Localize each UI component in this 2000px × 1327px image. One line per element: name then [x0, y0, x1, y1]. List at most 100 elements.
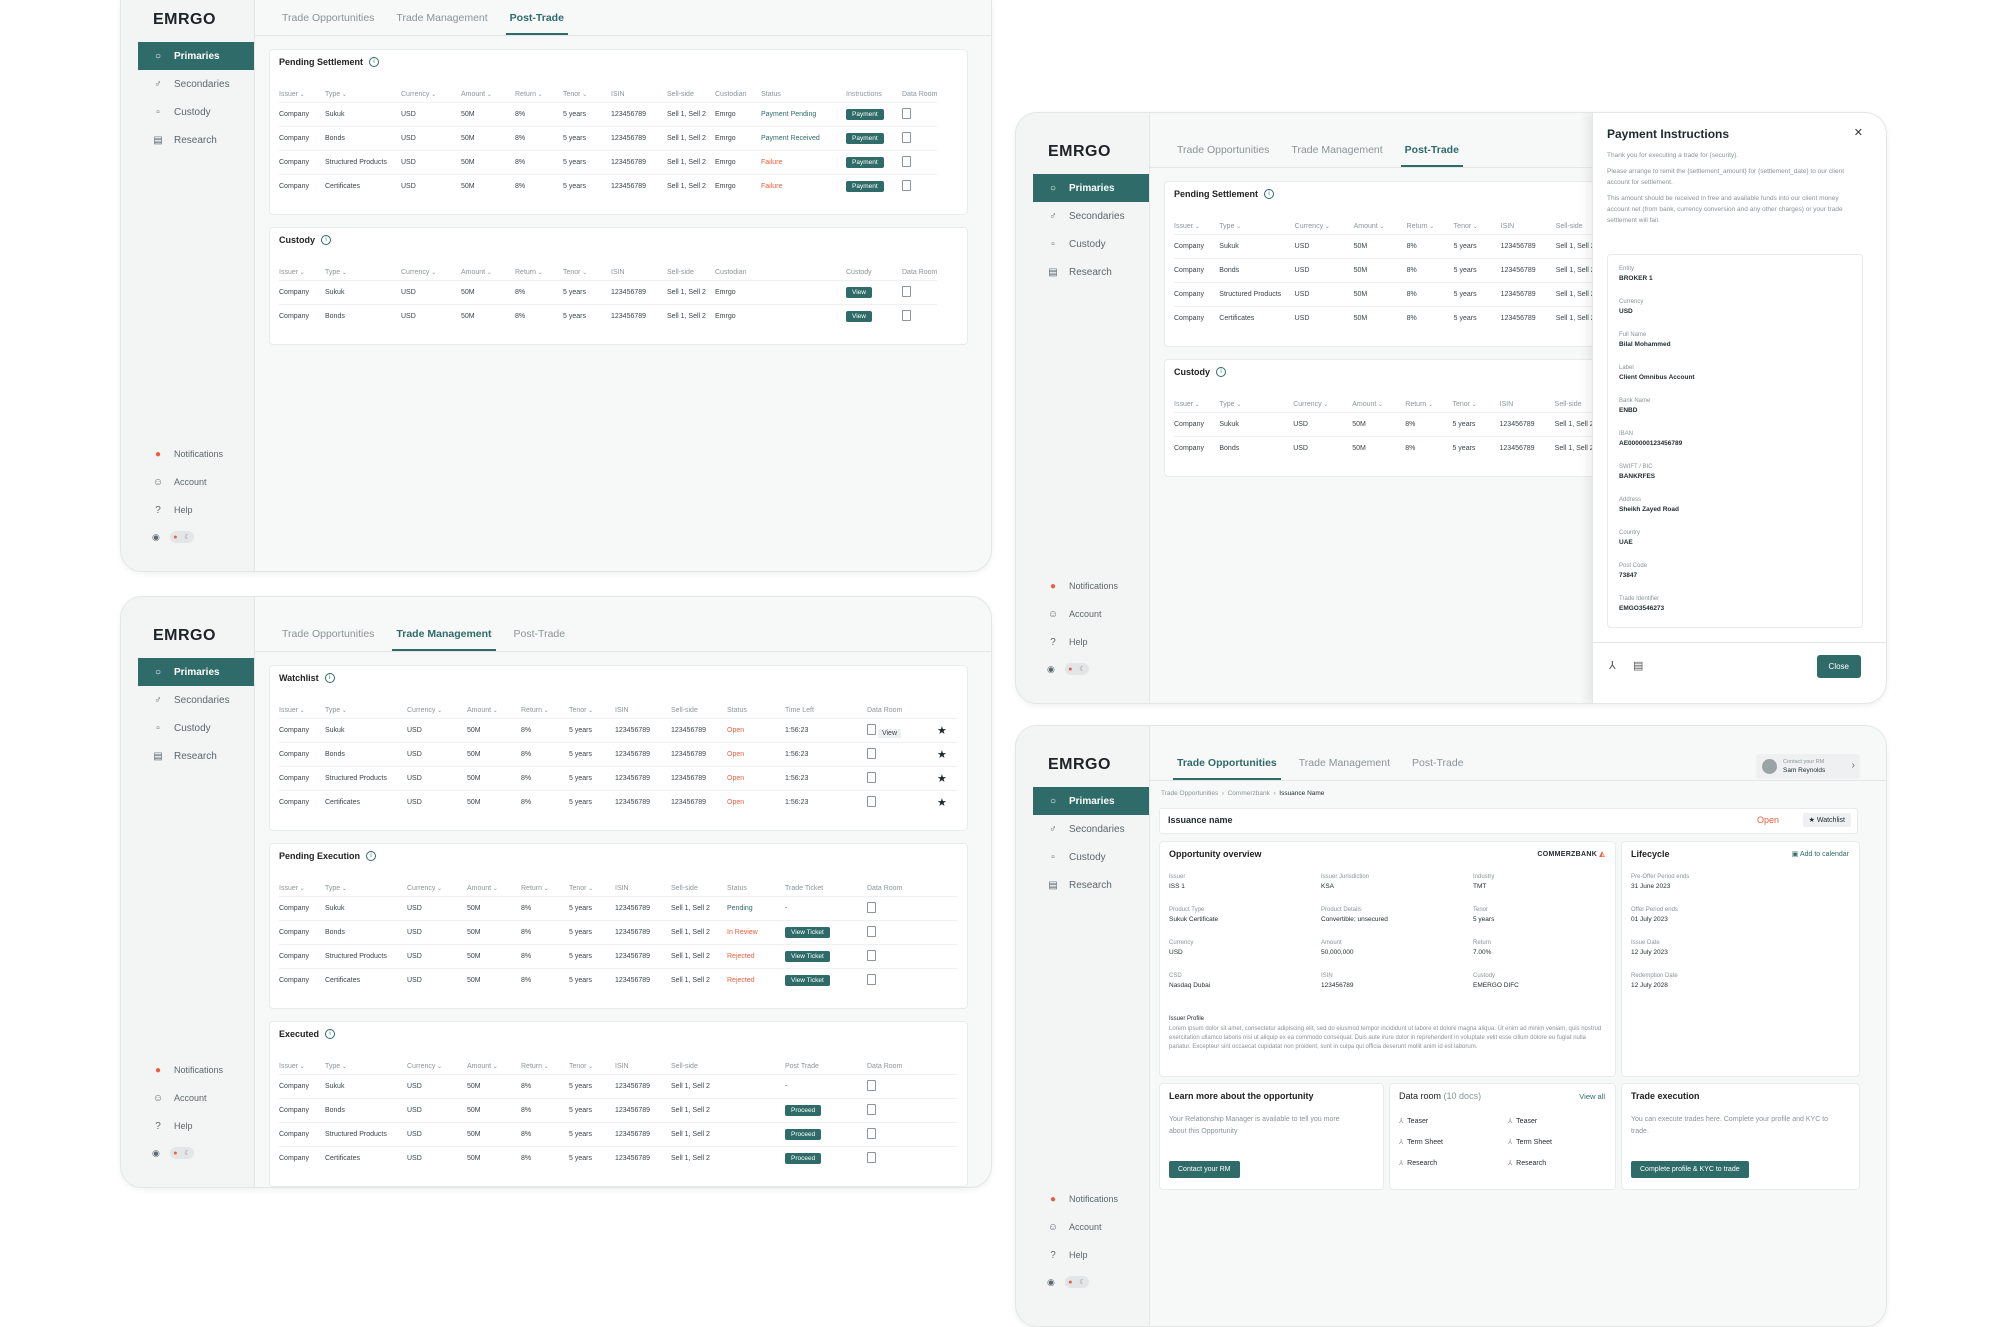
file-icon[interactable]: ▤: [1633, 659, 1643, 672]
nav-notifications[interactable]: ● Notifications: [138, 1056, 254, 1084]
table-row[interactable]: Company Sukuk USD 50M 8% 5 years 123456789 1234…: [279, 718, 957, 743]
table-row[interactable]: Company Sukuk USD 50M 8% 5 years 123456789 Sell…: [279, 896, 957, 921]
tab-trade-management[interactable]: Trade Management: [392, 621, 496, 651]
proceed-button[interactable]: Proceed: [785, 1129, 822, 1140]
complete-kyc-button[interactable]: Complete profile & KYC to trade: [1631, 1161, 1749, 1178]
nav-help[interactable]: ? Help: [138, 1112, 254, 1140]
contact-rm-chip[interactable]: Contact your RM Sam Reynolds ›: [1756, 754, 1860, 779]
document-icon[interactable]: [867, 1152, 876, 1163]
nav-custody[interactable]: ▫ Custody: [138, 714, 254, 742]
theme-toggle[interactable]: ● ☾: [1064, 663, 1089, 675]
tab-trade-opportunities[interactable]: Trade Opportunities: [1173, 750, 1281, 780]
close-icon[interactable]: ✕: [1854, 126, 1863, 139]
payment-button[interactable]: Payment: [846, 133, 884, 144]
tab-trade-management[interactable]: Trade Management: [392, 5, 491, 35]
view-button[interactable]: View: [846, 287, 872, 298]
table-row[interactable]: Company Sukuk USD 50M 8% 5 years 123456789 Sell…: [279, 102, 938, 127]
tab-post-trade[interactable]: Post-Trade: [1408, 750, 1468, 780]
tab-post-trade[interactable]: Post-Trade: [1400, 137, 1463, 167]
document-icon[interactable]: [867, 772, 876, 783]
doc-item[interactable]: ⅄ Term Sheet: [1399, 1138, 1443, 1146]
nav-custody[interactable]: ▫ Custody: [138, 98, 254, 126]
document-icon[interactable]: [867, 796, 876, 807]
doc-item[interactable]: ⅄ Term Sheet: [1508, 1138, 1552, 1146]
nav-account[interactable]: ☺ Account: [1033, 1213, 1149, 1241]
nav-secondaries[interactable]: ♂ Secondaries: [1033, 202, 1149, 230]
proceed-button[interactable]: Proceed: [785, 1153, 822, 1164]
doc-item[interactable]: ⅄ Teaser: [1399, 1117, 1428, 1125]
nav-secondaries[interactable]: ♂ Secondaries: [138, 70, 254, 98]
star-icon[interactable]: ★: [937, 749, 947, 761]
info-icon[interactable]: i: [324, 673, 335, 683]
doc-item[interactable]: ⅄ Research: [1508, 1159, 1546, 1167]
nav-research[interactable]: ▤ Research: [1033, 871, 1149, 899]
table-row[interactable]: Company Structured Products USD 50M 8% 5 year…: [279, 1122, 957, 1147]
payment-button[interactable]: Payment: [846, 109, 884, 120]
table-row[interactable]: Company Bonds USD 50M 8% 5 years 123456789 Sell…: [279, 126, 938, 151]
tab-trade-management[interactable]: Trade Management: [1287, 137, 1386, 167]
tab-trade-opportunities[interactable]: Trade Opportunities: [278, 621, 378, 651]
theme-toggle[interactable]: ● ☾: [1064, 1276, 1089, 1288]
nav-notifications[interactable]: ● Notifications: [138, 440, 254, 468]
doc-item[interactable]: ⅄ Research: [1399, 1159, 1437, 1167]
document-icon[interactable]: [867, 902, 876, 913]
nav-account[interactable]: ☺ Account: [138, 1084, 254, 1112]
nav-secondaries[interactable]: ♂ Secondaries: [138, 686, 254, 714]
nav-research[interactable]: ▤ Research: [138, 742, 254, 770]
table-row[interactable]: Company Bonds USD 50M 8% 5 years 123456789 1234…: [279, 742, 957, 767]
document-icon[interactable]: [867, 974, 876, 985]
table-row[interactable]: Company Certificates USD 50M 8% 5 years 123456…: [279, 968, 957, 992]
document-icon[interactable]: [867, 748, 876, 759]
star-icon[interactable]: ★: [937, 725, 947, 737]
view-ticket-button[interactable]: View Ticket: [785, 927, 830, 938]
proceed-button[interactable]: Proceed: [785, 1105, 822, 1116]
table-row[interactable]: Company Bonds USD 50M 8% 5 years 123456789 Sell…: [279, 304, 938, 328]
view-all-link[interactable]: View all: [1579, 1092, 1605, 1101]
document-icon[interactable]: [902, 180, 911, 191]
nav-help[interactable]: ? Help: [1033, 1241, 1149, 1269]
view-ticket-button[interactable]: View Ticket: [785, 975, 830, 986]
document-icon[interactable]: [867, 724, 876, 735]
nav-notifications[interactable]: ● Notifications: [1033, 572, 1149, 600]
star-icon[interactable]: ★: [937, 773, 947, 785]
pdf-icon[interactable]: ⅄: [1609, 659, 1616, 672]
table-row[interactable]: Company Sukuk USD 50M 8% 5 years 123456789 Sell…: [279, 280, 938, 305]
theme-toggle[interactable]: ● ☾: [169, 531, 194, 543]
nav-secondaries[interactable]: ♂ Secondaries: [1033, 815, 1149, 843]
payment-button[interactable]: Payment: [846, 181, 884, 192]
view-button[interactable]: View: [846, 311, 872, 322]
nav-account[interactable]: ☺ Account: [1033, 600, 1149, 628]
nav-primaries[interactable]: ○ Primaries: [1033, 174, 1149, 202]
table-row[interactable]: Company Bonds USD 50M 8% 5 years 123456789 Sell…: [279, 920, 957, 945]
info-icon[interactable]: i: [369, 57, 380, 67]
close-button[interactable]: Close: [1816, 655, 1861, 678]
nav-research[interactable]: ▤ Research: [1033, 258, 1149, 286]
tab-trade-opportunities[interactable]: Trade Opportunities: [278, 5, 378, 35]
document-icon[interactable]: [867, 950, 876, 961]
nav-account[interactable]: ☺ Account: [138, 468, 254, 496]
document-icon[interactable]: [867, 926, 876, 937]
table-row[interactable]: Company Structured Products USD 50M 8% 5 year…: [279, 944, 957, 969]
table-row[interactable]: Company Certificates USD 50M 8% 5 years 123456…: [279, 790, 957, 814]
doc-item[interactable]: ⅄ Teaser: [1508, 1117, 1537, 1125]
star-icon[interactable]: ★: [937, 797, 947, 809]
document-icon[interactable]: [867, 1104, 876, 1115]
table-row[interactable]: Company Certificates USD 50M 8% 5 years 123456…: [279, 174, 938, 198]
view-ticket-button[interactable]: View Ticket: [785, 951, 830, 962]
nav-help[interactable]: ? Help: [1033, 628, 1149, 656]
nav-help[interactable]: ? Help: [138, 496, 254, 524]
nav-primaries[interactable]: ○ Primaries: [138, 42, 254, 70]
nav-custody[interactable]: ▫ Custody: [1033, 843, 1149, 871]
info-icon[interactable]: i: [325, 1029, 336, 1039]
view-link[interactable]: View: [877, 729, 901, 738]
nav-primaries[interactable]: ○ Primaries: [1033, 787, 1149, 815]
document-icon[interactable]: [902, 310, 911, 321]
document-icon[interactable]: [867, 1080, 876, 1091]
watchlist-button[interactable]: ★ Watchlist: [1802, 813, 1851, 827]
nav-primaries[interactable]: ○ Primaries: [138, 658, 254, 686]
info-icon[interactable]: i: [1216, 367, 1226, 377]
table-row[interactable]: Company Bonds USD 50M 8% 5 years 123456789 Sell…: [279, 1098, 957, 1123]
payment-button[interactable]: Payment: [846, 157, 884, 168]
table-row[interactable]: Company Sukuk USD 50M 8% 5 years 123456789 Sell…: [279, 1074, 957, 1099]
tab-post-trade[interactable]: Post-Trade: [510, 621, 570, 651]
